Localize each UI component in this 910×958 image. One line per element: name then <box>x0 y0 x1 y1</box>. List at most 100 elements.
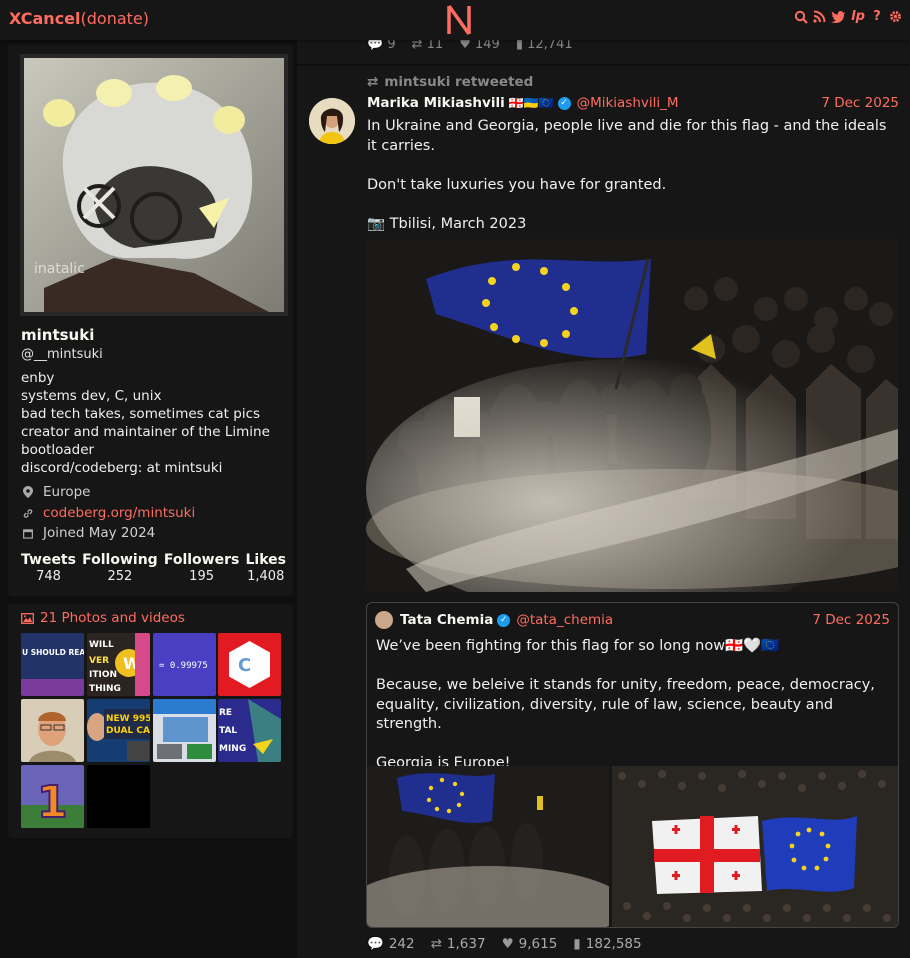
quote-date[interactable]: 7 Dec 2025 <box>812 612 890 628</box>
tweet-author-flags: 🇬🇪🇺🇦🇪🇺 <box>508 96 554 110</box>
location-text: Europe <box>43 484 91 500</box>
svg-text:NEW 9950: NEW 9950 <box>106 714 150 724</box>
photo-rail-title: 21 Photos and videos <box>40 610 185 626</box>
media-thumb[interactable]: = 0.99975 <box>153 633 216 696</box>
stat-label: Likes <box>245 552 286 568</box>
profile-bio: enby systems dev, C, unix bad tech takes… <box>21 369 286 477</box>
retweeted-by[interactable]: mintsuki retweeted <box>384 74 533 90</box>
tweet-image[interactable] <box>366 239 898 592</box>
media-thumb[interactable] <box>87 765 150 828</box>
site-brand[interactable]: XCancel(donate) <box>9 9 149 28</box>
thumb-caption: = 0.99975 <box>159 661 208 671</box>
tweet-author-handle[interactable]: @Mikiashvili_M <box>577 95 679 111</box>
quote-paragraph: We’ve been fighting for this flag for so… <box>376 638 780 654</box>
profile-avatar[interactable]: inatalic <box>20 54 288 316</box>
media-thumb[interactable] <box>153 699 216 762</box>
quote-author-name[interactable]: Tata Chemia <box>400 612 493 628</box>
joined-date: Joined May 2024 <box>43 525 156 541</box>
settings-icon[interactable] <box>889 10 902 23</box>
quote-author-avatar[interactable] <box>375 611 393 629</box>
tweet-author-avatar[interactable] <box>309 98 355 144</box>
tweet-date[interactable]: 7 Dec 2025 <box>821 95 899 111</box>
reply-count[interactable]: 💬 242 <box>367 936 415 952</box>
heart-icon: ♥ <box>501 936 514 952</box>
view-count: ▮ 182,585 <box>573 936 642 952</box>
bio-line: bad tech takes, sometimes cat pics <box>21 406 261 422</box>
nav-icon-group: lp ? <box>794 9 902 24</box>
quote-image[interactable] <box>367 766 609 927</box>
photo-rail-header[interactable]: 21 Photos and videos <box>21 610 185 626</box>
photo-rail: 21 Photos and videos U SHOULD REAL EARN … <box>8 604 293 838</box>
bio-line: systems dev, C, unix <box>21 388 162 404</box>
stat-followers[interactable]: Followers 195 <box>164 552 240 584</box>
profile-joined: Joined May 2024 <box>23 525 155 541</box>
brand-name[interactable]: XCancel <box>9 9 81 28</box>
profile-username[interactable]: @__mintsuki <box>21 347 103 362</box>
profile-location: Europe <box>23 484 90 500</box>
svg-text:MING: MING <box>219 744 246 754</box>
retweet-icon: ⇄ <box>367 74 379 90</box>
svg-text:ITION: ITION <box>89 670 117 680</box>
timeline: 💬 9 ⇄ 11 ♥ 149 ▮ 12,741 ⇄ mintsuki retwe… <box>297 37 910 958</box>
media-thumb[interactable]: NEW 9950 DUAL CAC <box>87 699 150 762</box>
stat-following[interactable]: Following 252 <box>82 552 158 584</box>
tweet-header: Marika Mikiashvili 🇬🇪🇺🇦🇪🇺 ✓ @Mikiashvili… <box>367 95 899 111</box>
thumb-caption: U SHOULD REAL EARN ABOUT TH probably <box>22 648 84 657</box>
rss-icon[interactable] <box>813 10 826 23</box>
media-thumb[interactable]: W WILL VER ITION THING <box>87 633 150 696</box>
bio-line: creator and maintainer of the Limine boo… <box>21 424 270 458</box>
help-icon[interactable]: ? <box>870 9 884 24</box>
profile-fullname[interactable]: mintsuki <box>21 326 94 344</box>
quoted-tweet[interactable]: Tata Chemia ✓ @tata_chemia 7 Dec 2025 We… <box>366 602 899 928</box>
media-thumb[interactable] <box>21 699 84 762</box>
nitter-logo-icon[interactable] <box>444 3 474 37</box>
quote-header: Tata Chemia ✓ @tata_chemia 7 Dec 2025 <box>375 611 890 629</box>
bio-line: discord/codeberg: at mintsuki <box>21 460 223 476</box>
profile-card: inatalic mintsuki @__mintsuki enby syste… <box>8 44 293 596</box>
svg-text:WILL: WILL <box>89 640 114 650</box>
search-icon[interactable] <box>794 10 808 24</box>
profile-stats: Tweets 748 Following 252 Followers 195 Like… <box>21 552 286 584</box>
media-thumb[interactable]: 1 <box>21 765 84 828</box>
quote-author-handle[interactable]: @tata_chemia <box>516 612 613 628</box>
stat-value: 1,408 <box>247 569 285 584</box>
timeline-divider <box>297 64 910 66</box>
picture-icon <box>21 612 34 624</box>
media-thumb[interactable]: C <box>218 633 281 696</box>
tweet-author-name[interactable]: Marika Mikiashvili <box>367 95 505 111</box>
stat-likes[interactable]: Likes 1,408 <box>246 552 286 584</box>
media-thumb[interactable]: U SHOULD REAL EARN ABOUT TH probably <box>21 633 84 696</box>
bio-line: enby <box>21 370 55 386</box>
stat-tweets[interactable]: Tweets 748 <box>21 552 76 584</box>
top-navbar: XCancel(donate) lp ? <box>0 0 910 40</box>
like-count[interactable]: ♥ 9,615 <box>502 936 558 952</box>
comment-icon: 💬 <box>367 936 384 952</box>
svg-text:TAL: TAL <box>219 726 237 736</box>
stat-label: Followers <box>163 552 240 568</box>
stat-label: Following <box>82 552 158 568</box>
tweet-paragraph: Don't take luxuries you have for granted… <box>367 176 667 193</box>
retweet-icon: ⇄ <box>430 936 442 952</box>
media-thumb[interactable]: RE TAL MING <box>218 699 281 762</box>
profile-website: codeberg.org/mintsuki <box>23 505 195 521</box>
svg-text:DUAL CAC: DUAL CAC <box>106 726 150 736</box>
quote-paragraph: Because, we beleive it stands for unity,… <box>376 677 875 732</box>
donate-link[interactable]: (donate) <box>81 9 150 28</box>
tweet-paragraph: In Ukraine and Georgia, people live and … <box>367 118 887 154</box>
location-pin-icon <box>23 486 33 498</box>
retweet-header: ⇄ mintsuki retweeted <box>367 74 533 90</box>
verified-icon: ✓ <box>557 96 571 110</box>
svg-text:C: C <box>238 655 251 676</box>
quote-image[interactable] <box>612 766 898 927</box>
thumb-caption: 1 <box>37 777 68 828</box>
retweet-count[interactable]: ⇄ 1,637 <box>431 936 486 952</box>
link-icon <box>23 508 33 518</box>
bird-icon[interactable] <box>831 10 846 23</box>
svg-text:THING: THING <box>89 684 121 694</box>
svg-text:RE: RE <box>219 708 232 718</box>
stat-value: 195 <box>189 569 214 584</box>
website-link[interactable]: codeberg.org/mintsuki <box>43 505 195 521</box>
liberapay-icon[interactable]: lp <box>851 9 865 24</box>
svg-text:VER: VER <box>89 656 109 666</box>
stat-label: Tweets <box>21 552 76 568</box>
